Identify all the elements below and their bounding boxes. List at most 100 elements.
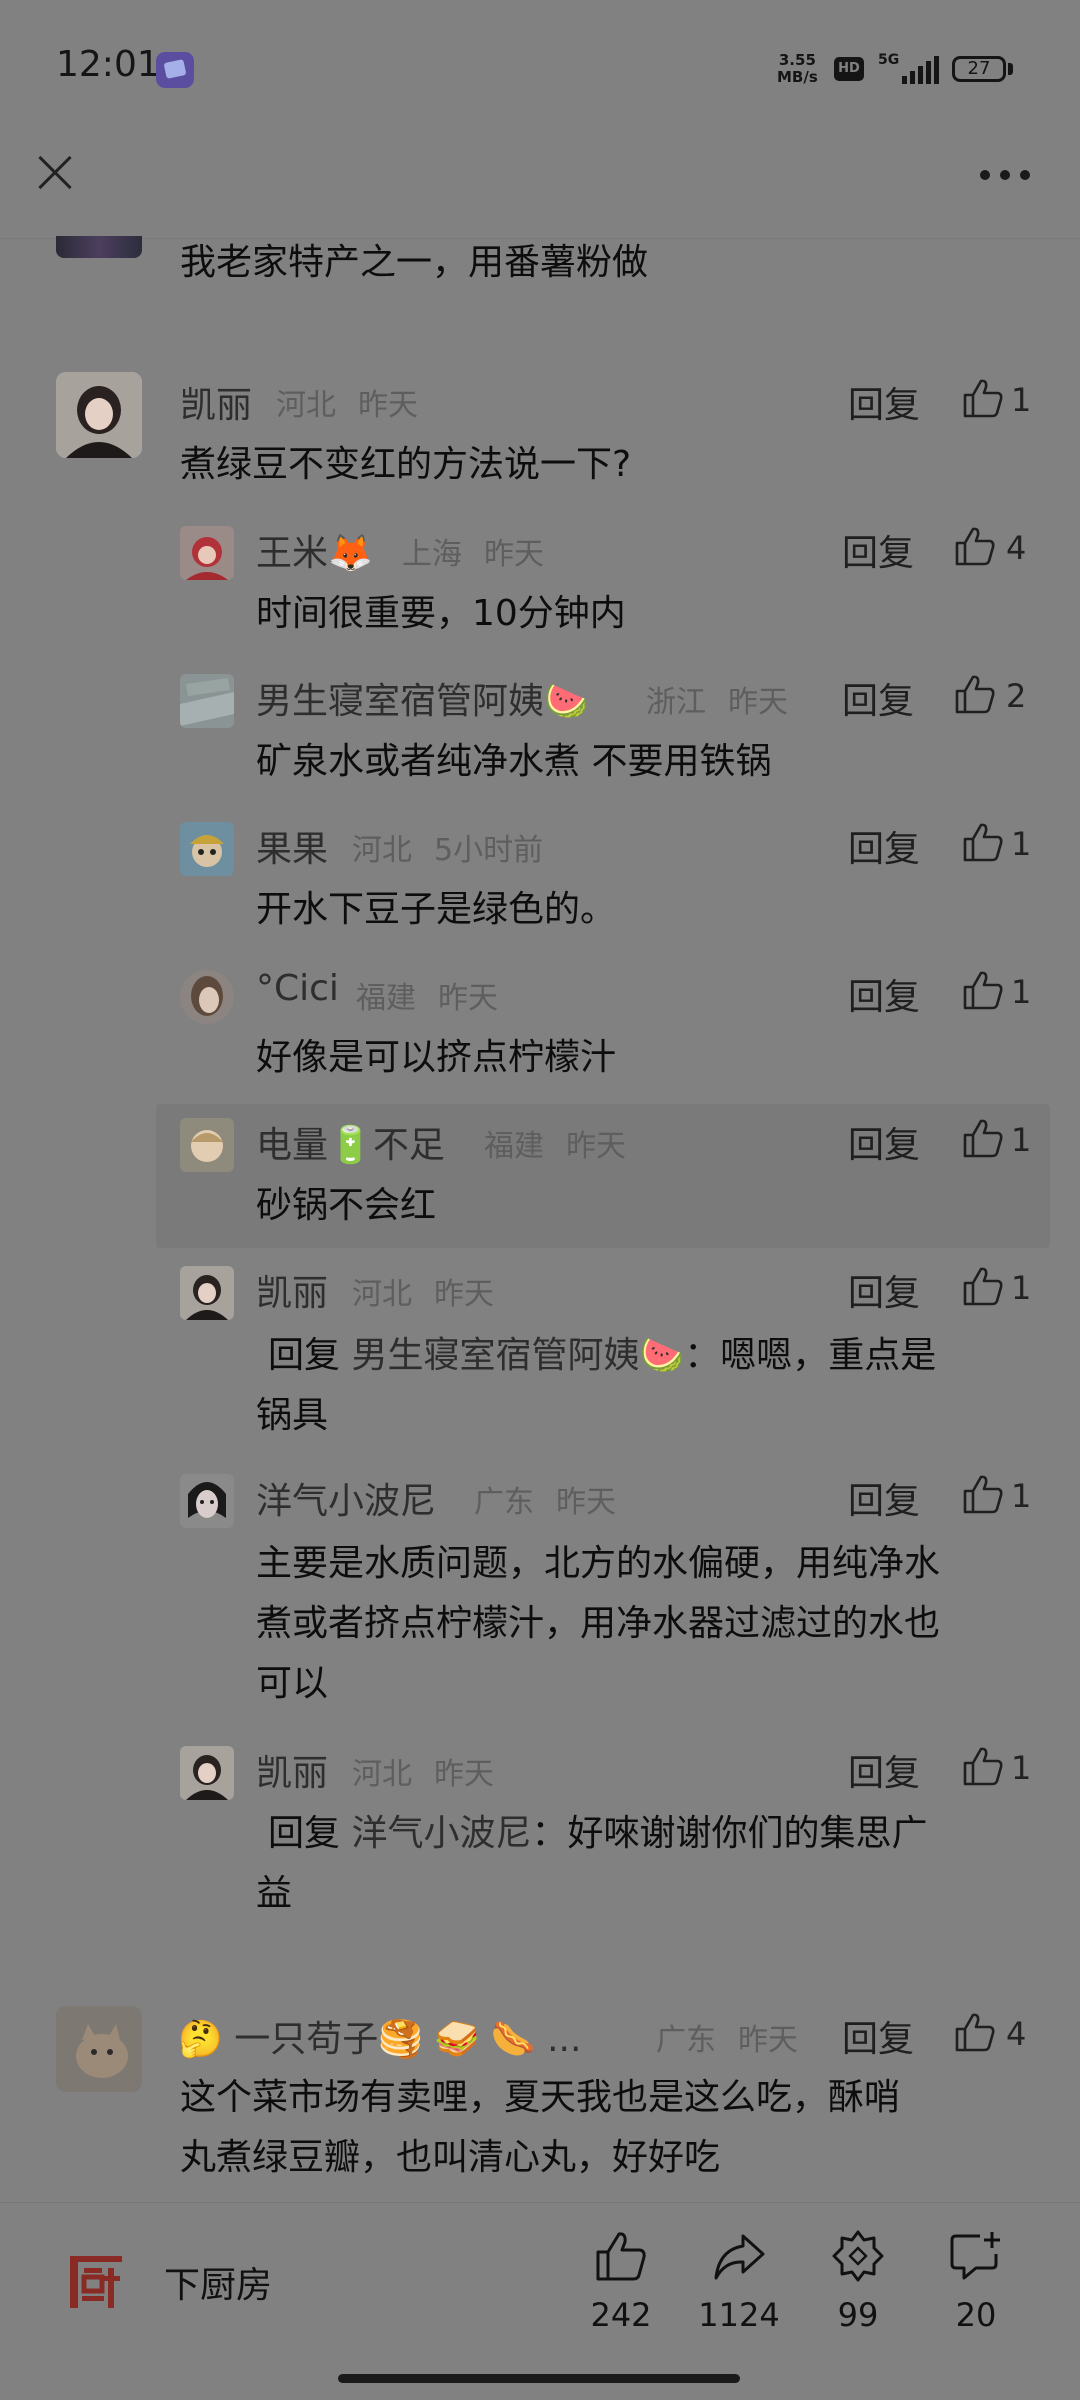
net-speed-value: 3.55 [778,51,816,69]
bottom-bar-divider [0,2202,1080,2203]
comment-time: 昨天 [434,1277,494,1312]
avatar[interactable] [180,674,234,728]
commenter-name[interactable]: 男生寝室宿管阿姨🍉 [256,672,589,724]
more-options-icon[interactable] [978,160,1034,188]
avatar[interactable] [180,970,234,1024]
comment-time: 昨天 [728,685,788,720]
avatar[interactable] [180,1118,234,1172]
commenter-location: 广东 [656,2023,716,2058]
commenter-name[interactable]: 凯丽 [180,376,252,428]
like-icon[interactable] [953,2010,997,2054]
comment-time: 昨天 [738,2023,798,2058]
avatar[interactable] [180,526,234,580]
like-icon[interactable] [961,376,1005,420]
like-count: 1 [1011,1749,1032,1787]
commenter-name[interactable]: 电量🔋不足 [256,1116,445,1168]
net-speed-unit: MB/s [777,68,818,86]
like-icon[interactable] [953,672,997,716]
comment-text-line: 丸煮绿豆瓣，也叫清心丸，好好吃 [180,2137,721,2178]
reply-button[interactable]: 回复 [848,1472,920,1524]
comment-count: 20 [955,2296,997,2334]
reply-button[interactable]: 回复 [842,2010,914,2062]
reply-button[interactable]: 回复 [848,968,920,1020]
comment-icon[interactable] [948,2228,1004,2284]
avatar[interactable] [56,372,142,458]
reply-prefix: 回复 [268,1813,341,1854]
reply-button[interactable]: 回复 [842,672,914,724]
comment-text-line: 主要是水质问题，北方的水偏硬，用纯净水 [256,1543,941,1584]
reply-button[interactable]: 回复 [848,820,920,872]
commenter-name[interactable]: °Cici [256,968,339,1009]
comment-text: 煮绿豆不变红的方法说一下? [180,444,632,485]
reply-to-name[interactable]: 洋气小波尼 [351,1813,531,1854]
commenter-name[interactable]: 洋气小波尼 [256,1472,436,1524]
hd-icon: HD [834,57,864,81]
comment-text: 好像是可以挤点柠檬汁 [256,1037,617,1078]
avatar[interactable] [180,1746,234,1800]
brand-name[interactable]: 下厨房 [164,2256,272,2308]
xiachufang-logo-icon[interactable] [64,2250,128,2314]
commenter-name[interactable]: 凯丽 [256,1264,328,1316]
like-icon[interactable] [961,1116,1005,1160]
close-icon[interactable] [30,148,80,198]
comment-time: 昨天 [484,537,544,572]
comment-text-line: 可以 [256,1663,329,1704]
like-icon[interactable] [953,524,997,568]
comment-time: 昨天 [358,388,418,423]
commenter-name[interactable]: 王米🦊 [256,524,373,576]
comment-text: 这个菜市场有卖哩，夏天我也是这么吃，酥哨 丸煮绿豆瓣，也叫清心丸，好好吃 [180,2068,900,2188]
comment-text: 主要是水质问题，北方的水偏硬，用纯净水 煮或者挤点柠檬汁，用净水器过滤过的水也 … [256,1534,940,1714]
like-icon[interactable] [593,2228,649,2284]
comment-time: 5小时前 [434,833,544,868]
comment-time: 昨天 [566,1129,626,1164]
collect-count: 99 [837,2296,879,2334]
status-time: 12:01 [56,44,160,85]
share-count: 1124 [698,2296,780,2334]
comment-text: 矿泉水或者纯净水煮 不要用铁锅 [256,741,772,782]
like-icon[interactable] [961,1264,1005,1308]
collect-icon[interactable] [830,2228,886,2284]
avatar[interactable] [180,1266,234,1320]
network-type: 5G [878,52,900,68]
reply-button[interactable]: 回复 [848,376,920,428]
reply-button[interactable]: 回复 [842,524,914,576]
comment-text-line: 益 [256,1873,293,1914]
like-count: 1 [1011,973,1032,1011]
commenter-location: 福建 [356,981,416,1016]
share-icon[interactable] [711,2228,767,2284]
like-icon[interactable] [961,820,1005,864]
avatar[interactable] [56,236,142,258]
network-speed: 3.55 MB/s [777,52,818,86]
commenter-name[interactable]: 凯丽 [256,1744,328,1796]
reply-to-name[interactable]: 男生寝室宿管阿姨🍉 [351,1335,684,1376]
signal-icon: 5G [878,52,940,86]
like-icon[interactable] [961,1744,1005,1788]
reply-prefix: 回复 [268,1335,341,1376]
reply-button[interactable]: 回复 [848,1264,920,1316]
reply-button[interactable]: 回复 [848,1116,920,1168]
home-indicator[interactable] [338,2374,740,2383]
comment-text: 回复 男生寝室宿管阿姨🍉：嗯嗯，重点是 锅具 [256,1326,936,1446]
like-count: 1 [1011,1477,1032,1515]
commenter-location: 河北 [352,1277,412,1312]
comment-text: 时间很重要，10分钟内 [256,593,626,634]
comment-text-line: ：好唻谢谢你们的集思广 [531,1813,928,1854]
comment-text: 回复 洋气小波尼：好唻谢谢你们的集思广 益 [256,1804,928,1924]
like-count: 1 [1011,381,1032,419]
comment-text: 开水下豆子是绿色的。 [256,889,617,930]
commenter-name[interactable]: 🤔 一只苟子🥞 🥪 🌭 ... [178,2010,581,2062]
commenter-name[interactable]: 果果 [256,820,328,872]
avatar[interactable] [180,822,234,876]
avatar[interactable] [56,2006,142,2092]
battery-icon: 27 [952,56,1006,82]
reply-button[interactable]: 回复 [848,1744,920,1796]
like-icon[interactable] [961,1472,1005,1516]
commenter-location: 河北 [352,833,412,868]
comment-time: 昨天 [438,981,498,1016]
like-icon[interactable] [961,968,1005,1012]
battery-tip [1008,63,1013,75]
commenter-location: 上海 [402,537,462,572]
comment-text-line: 这个菜市场有卖哩，夏天我也是这么吃，酥哨 [180,2077,901,2118]
avatar[interactable] [180,1474,234,1528]
commenter-location: 福建 [484,1129,544,1164]
